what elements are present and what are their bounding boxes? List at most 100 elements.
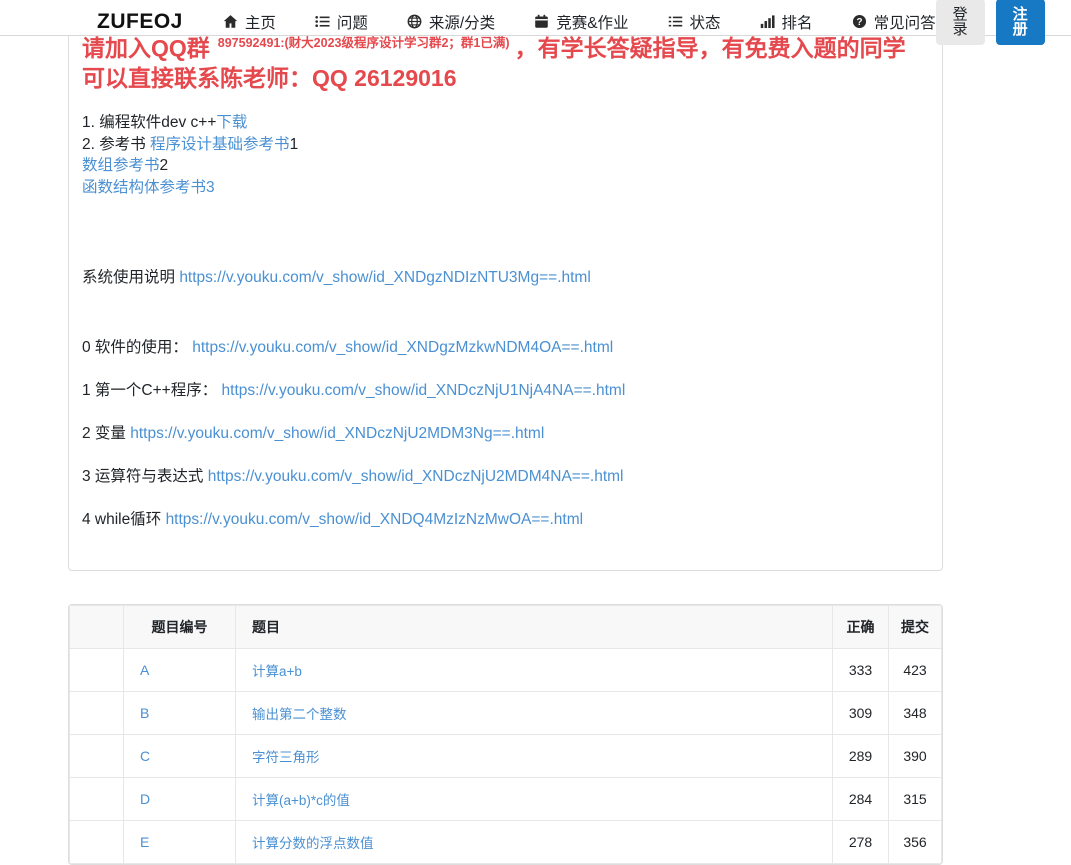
cell-empty	[70, 821, 124, 864]
header-problem-title: 题目	[236, 606, 833, 649]
notice-main-text: 请加入QQ群	[82, 35, 210, 61]
site-logo[interactable]: ZUFEOJ	[97, 10, 183, 34]
problem-id-link[interactable]: D	[140, 791, 150, 807]
problem-row: C 字符三角形 289390	[70, 735, 942, 778]
video-label: 1 第一个C++程序：	[82, 382, 222, 399]
table-header-row: 题目编号 题目 正确 提交	[70, 606, 942, 649]
resource-text: 2. 参考书	[82, 136, 150, 153]
video-url-link[interactable]: https://v.youku.com/v_show/id_XNDczNjU1N…	[222, 382, 626, 399]
video-url-link[interactable]: https://v.youku.com/v_show/id_XNDczNjU2M…	[208, 468, 624, 485]
video-url-link[interactable]: https://v.youku.com/v_show/id_XNDgzMzkwN…	[192, 339, 613, 356]
cell-problem-id: A	[124, 649, 236, 692]
cell-problem-id: B	[124, 692, 236, 735]
cell-problem-id: C	[124, 735, 236, 778]
resource-link[interactable]: 数组参考书	[82, 157, 160, 174]
cell-problem-title: 计算a+b	[236, 649, 833, 692]
cell-accepted-count: 284	[833, 778, 889, 821]
cell-accepted-count: 309	[833, 692, 889, 735]
problem-id-link[interactable]: B	[140, 705, 149, 721]
video-url-link[interactable]: https://v.youku.com/v_show/id_XNDczNjU2M…	[130, 425, 544, 442]
cell-problem-id: E	[124, 821, 236, 864]
resource-link[interactable]: 函数结构体参考书3	[82, 179, 215, 196]
nav-item-label: 主页	[245, 11, 276, 33]
resource-line: 函数结构体参考书3	[82, 177, 929, 199]
qq-group-number: 897592491:(财大2023级程序设计学习群2；群1已满)	[218, 36, 510, 50]
calendar-icon	[534, 14, 549, 29]
nav-item-label: 状态	[690, 11, 721, 33]
cell-submitted-count: 356	[889, 821, 942, 864]
header-empty	[70, 606, 124, 649]
problem-title-link[interactable]: 计算分数的浮点数值	[252, 836, 374, 851]
problem-id-link[interactable]: A	[140, 662, 149, 678]
nav-item-list[interactable]: 问题	[315, 11, 368, 33]
nav-item-ranking-bars[interactable]: 排名	[760, 11, 813, 33]
ranking-bars-icon	[760, 14, 775, 29]
problem-title-link[interactable]: 字符三角形	[252, 750, 320, 765]
cell-submitted-count: 390	[889, 735, 942, 778]
cell-submitted-count: 423	[889, 649, 942, 692]
video-line: 2 变量 https://v.youku.com/v_show/id_XNDcz…	[82, 423, 929, 444]
svg-text:?: ?	[856, 17, 862, 28]
resource-link[interactable]: 程序设计基础参考书	[150, 136, 290, 153]
nav-item-label: 来源/分类	[429, 11, 495, 33]
cell-empty	[70, 735, 124, 778]
nav-item-question-circle[interactable]: ?常见问答	[852, 11, 936, 33]
nav-item-home[interactable]: 主页	[223, 11, 276, 33]
video-url-link[interactable]: https://v.youku.com/v_show/id_XNDgzNDIzN…	[179, 269, 590, 286]
home-icon	[223, 14, 238, 29]
cell-accepted-count: 289	[833, 735, 889, 778]
video-line: 4 while循环 https://v.youku.com/v_show/id_…	[82, 509, 929, 530]
cell-empty	[70, 649, 124, 692]
cell-accepted-count: 333	[833, 649, 889, 692]
video-label: 3 运算符与表达式	[82, 468, 208, 485]
video-link-list: 系统使用说明 https://v.youku.com/v_show/id_XND…	[82, 267, 929, 530]
cell-empty	[70, 692, 124, 735]
cell-problem-title: 输出第二个整数	[236, 692, 833, 735]
cell-empty	[70, 778, 124, 821]
problems-table: 题目编号 题目 正确 提交 A计算a+b333423B输出第二个整数309348…	[69, 605, 942, 864]
header-accepted: 正确	[833, 606, 889, 649]
resource-line: 1. 编程软件dev c++下载	[82, 112, 929, 134]
qq-group-notice-line2: 可以直接联系陈老师：QQ 26129016	[82, 63, 929, 93]
problem-row: B输出第二个整数309348	[70, 692, 942, 735]
nav-menu: 主页 问题 来源/分类 竞赛&作业 状态 排名 ?常见问答	[223, 11, 936, 33]
video-label: 4 while循环	[82, 511, 166, 528]
nav-item-calendar[interactable]: 竞赛&作业	[534, 11, 628, 33]
video-line: 3 运算符与表达式 https://v.youku.com/v_show/id_…	[82, 466, 929, 487]
resource-text: 1. 编程软件dev c++	[82, 114, 216, 131]
problems-table-card: 题目编号 题目 正确 提交 A计算a+b333423B输出第二个整数309348…	[68, 604, 943, 865]
problem-id-link[interactable]: C	[140, 748, 150, 764]
cell-accepted-count: 278	[833, 821, 889, 864]
video-label: 0 软件的使用：	[82, 339, 192, 356]
resource-link[interactable]: 下载	[216, 114, 247, 131]
problem-row: A 计算a+b 333423	[70, 649, 942, 692]
register-button[interactable]: 注册	[996, 0, 1045, 45]
problem-title-link[interactable]: 计算a+b	[252, 664, 302, 679]
cell-problem-title: 计算分数的浮点数值	[236, 821, 833, 864]
globe-icon	[407, 14, 422, 29]
resource-text: 1	[290, 136, 299, 153]
problem-row: E 计算分数的浮点数值 278356	[70, 821, 942, 864]
video-line: 1 第一个C++程序： https://v.youku.com/v_show/i…	[82, 380, 929, 401]
resource-line: 2. 参考书 程序设计基础参考书1	[82, 134, 929, 156]
navbar: ZUFEOJ 主页问题来源/分类竞赛&作业状态排名?常见问答 登录 注册	[0, 0, 1071, 36]
video-url-link[interactable]: https://v.youku.com/v_show/id_XNDQ4MzIzN…	[166, 511, 584, 528]
problem-id-link[interactable]: E	[140, 834, 149, 850]
nav-item-status-list[interactable]: 状态	[668, 11, 721, 33]
problem-title-link[interactable]: 计算(a+b)*c的值	[252, 793, 350, 808]
main-content: 请加入QQ群897592491:(财大2023级程序设计学习群2；群1已满)，有…	[68, 0, 943, 865]
list-icon	[315, 14, 330, 29]
nav-item-globe[interactable]: 来源/分类	[407, 11, 495, 33]
problem-row: D计算(a+b)*c的值284315	[70, 778, 942, 821]
resource-line: 数组参考书2	[82, 155, 929, 177]
problem-title-link[interactable]: 输出第二个整数	[252, 707, 347, 722]
resource-text: 2	[160, 157, 169, 174]
header-problem-id: 题目编号	[124, 606, 236, 649]
video-line: 系统使用说明 https://v.youku.com/v_show/id_XND…	[82, 267, 929, 288]
cell-problem-id: D	[124, 778, 236, 821]
cell-problem-title: 计算(a+b)*c的值	[236, 778, 833, 821]
header-submitted: 提交	[889, 606, 942, 649]
cell-problem-title: 字符三角形	[236, 735, 833, 778]
nav-item-label: 排名	[782, 11, 813, 33]
login-button[interactable]: 登录	[936, 0, 985, 45]
